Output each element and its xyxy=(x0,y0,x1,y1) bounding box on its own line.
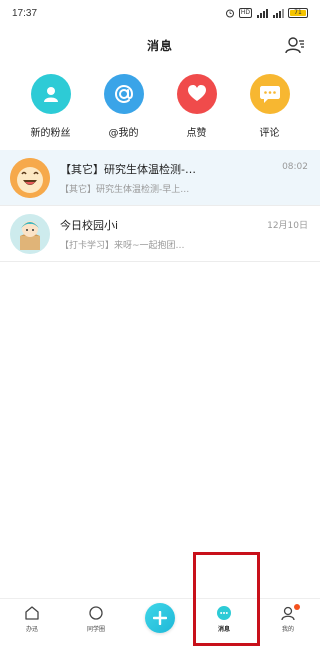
message-list: 【其它】研究生体温检测-… 【其它】研究生体温检测-早上… 08:02 今日校园… xyxy=(0,150,320,262)
shortcut-circle xyxy=(30,74,71,114)
list-item[interactable]: 今日校园小i 【打卡学习】来呀~一起抱团… 12月10日 xyxy=(0,206,320,262)
nav-item-home[interactable]: 办迅 xyxy=(6,605,58,633)
header: 消息 xyxy=(0,30,320,60)
mascot-avatar xyxy=(10,213,50,254)
nav-label: 同学圈 xyxy=(86,626,105,633)
battery-icon: 71 xyxy=(288,8,308,18)
nav-item-publish[interactable] xyxy=(134,603,186,633)
contacts-button[interactable] xyxy=(284,35,306,55)
message-title: 今日校园小i xyxy=(60,218,119,232)
notification-dot xyxy=(294,604,300,610)
nav-item-profile[interactable]: 我的 xyxy=(262,604,314,633)
nav-label: 办迅 xyxy=(25,626,38,633)
shortcut-circle xyxy=(176,74,217,114)
nav-label: 我的 xyxy=(281,626,294,633)
message-time: 08:02 xyxy=(282,162,308,172)
status-bar: 17:37 HD 71 xyxy=(0,0,320,26)
plus-icon xyxy=(145,603,175,633)
status-time: 17:37 xyxy=(12,7,38,19)
shortcut-bar: 新的粉丝 @我的 点赞 评论 xyxy=(0,74,320,139)
shortcut-label: @我的 xyxy=(108,128,139,139)
signal-icon xyxy=(256,8,268,18)
shortcut-likes[interactable]: 点赞 xyxy=(165,74,229,139)
at-icon xyxy=(114,84,133,104)
shortcut-label: 评论 xyxy=(259,128,280,139)
shortcut-circle xyxy=(249,74,290,114)
smiley-avatar xyxy=(10,157,50,198)
signal-icon xyxy=(272,8,284,18)
hd-badge: HD xyxy=(238,8,252,18)
list-item[interactable]: 【其它】研究生体温检测-… 【其它】研究生体温检测-早上… 08:02 xyxy=(0,150,320,206)
battery-level: 71 xyxy=(290,10,306,16)
shortcut-mentions[interactable]: @我的 xyxy=(92,74,156,139)
page-title: 消息 xyxy=(146,38,173,53)
message-preview: 【其它】研究生体温检测-早上… xyxy=(60,184,190,195)
message-body: 【其它】研究生体温检测-… 【其它】研究生体温检测-早上… xyxy=(60,161,310,195)
heart-icon xyxy=(187,85,206,101)
message-preview: 【打卡学习】来呀~一起抱团… xyxy=(60,240,185,251)
comment-icon xyxy=(259,86,280,103)
circle-icon xyxy=(88,605,104,621)
shortcut-circle xyxy=(103,74,144,114)
message-title: 【其它】研究生体温检测-… xyxy=(60,162,196,176)
contacts-icon xyxy=(285,37,304,54)
status-icons: HD 71 xyxy=(225,8,308,18)
bottom-nav: 办迅 同学圈 消息 我的 xyxy=(0,598,320,646)
shortcut-comments[interactable]: 评论 xyxy=(238,74,302,139)
nav-item-classmates[interactable]: 同学圈 xyxy=(70,605,122,633)
user-icon xyxy=(43,87,58,102)
message-time: 12月10日 xyxy=(267,221,308,231)
shortcut-label: 新的粉丝 xyxy=(30,128,71,139)
alarm-icon xyxy=(225,8,235,18)
shortcut-label: 点赞 xyxy=(186,128,207,139)
shortcut-new-fans[interactable]: 新的粉丝 xyxy=(19,74,83,139)
home-icon xyxy=(24,605,40,621)
highlight-annotation xyxy=(193,552,260,646)
